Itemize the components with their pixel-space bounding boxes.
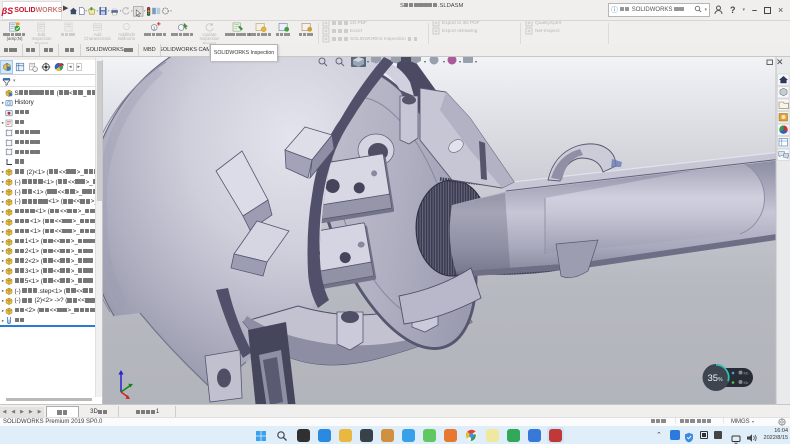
- svg-text:▾: ▾: [405, 59, 407, 64]
- svg-text:▾: ▾: [367, 59, 369, 64]
- svg-text:Kb: Kb: [744, 371, 750, 376]
- svg-text:▾: ▾: [475, 59, 477, 64]
- svg-text:▾: ▾: [424, 59, 426, 64]
- svg-text:▾: ▾: [459, 59, 461, 64]
- svg-text:▾: ▾: [443, 59, 445, 64]
- svg-text:▾: ▾: [385, 59, 387, 64]
- svg-text:Kb: Kb: [744, 380, 750, 385]
